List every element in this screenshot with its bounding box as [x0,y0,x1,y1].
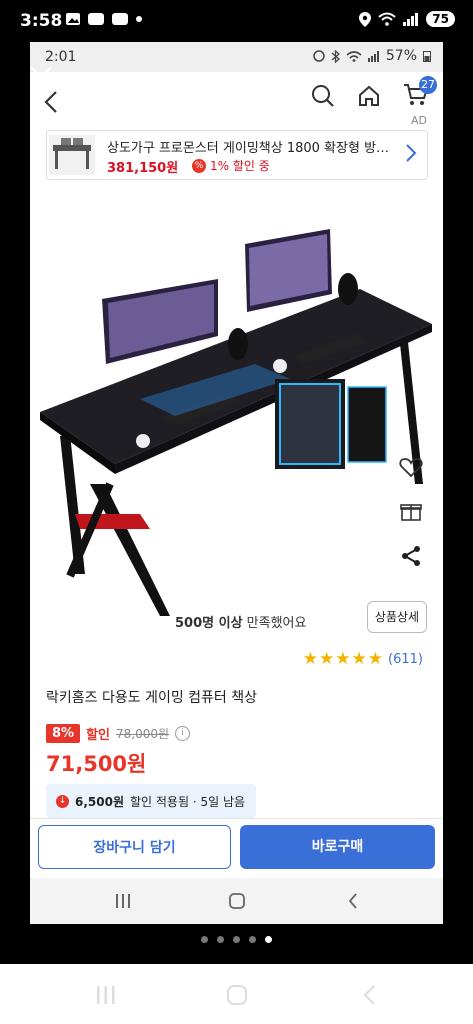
star-icon: ★ [319,649,335,669]
recent-apps-icon[interactable] [96,986,116,1004]
page-indicator [0,936,473,943]
satisfaction-text: 500명 이상 만족했어요 [175,612,306,631]
inner-clock: 2:01 [45,49,77,65]
star-icon: ★ [335,649,351,669]
down-arrow-icon: ↓ [56,794,69,808]
buy-now-button[interactable]: 바로구매 [240,825,435,869]
ad-banner[interactable]: 상도가구 프로몬스터 게이밍책상 1800 확장형 방문... 381,150원… [46,130,428,180]
ad-thumbnail [49,135,95,175]
recent-apps-icon[interactable] [115,894,131,908]
notification-dot-icon [136,16,142,22]
back-button-icon[interactable] [362,984,376,1006]
page-dot[interactable] [249,936,256,943]
discount-percent: 8% [46,724,81,743]
screenshot-screen: 2:01 57% 27 AD 상도가구 프로몬스터 게이밍책상 1800 확장형… [30,42,443,924]
product-detail-button[interactable]: 상품상세 [367,601,427,633]
discount-row: 8% 할인 78,000원 i [46,724,191,743]
ad-discount-text: 1% 할인 중 [210,159,270,173]
location-icon [359,11,372,27]
discount-label: 할인 [86,728,110,743]
page-dot[interactable] [217,936,224,943]
page-dot[interactable] [201,936,208,943]
gallery-icon [66,13,80,25]
product-title: 락키홈즈 다용도 게이밍 컴퓨터 책상 [46,690,257,706]
home-icon[interactable] [357,84,381,108]
add-to-cart-button[interactable]: 장바구니 담기 [38,825,231,869]
inner-battery-level: 57% [385,48,417,64]
alarm-icon [313,50,325,62]
cart-count-badge: 27 [419,76,437,94]
review-count: (611) [388,651,423,667]
ad-price: 381,150원 [107,161,179,176]
page-dot-active[interactable] [265,936,272,943]
satisfaction-count: 500명 이상 [175,616,243,631]
share-icon[interactable] [399,544,423,568]
cart-button[interactable]: 27 [403,76,437,110]
coupon-box: ↓ 6,500원 할인 적용됨 · 5일 남음 [46,784,256,818]
close-icon[interactable] [28,64,54,90]
battery-level: 75 [426,11,455,27]
coupon-text: 할인 적용됨 · 5일 남음 [130,794,246,809]
inner-status-bar: 2:01 57% [30,42,443,72]
heart-icon[interactable] [399,456,423,478]
app-icon [88,13,104,25]
coupon-amount: 6,500원 [75,794,124,809]
battery-icon [423,51,431,62]
bluetooth-icon [331,49,340,63]
ad-discount: % 1% 할인 중 [192,157,270,174]
signal-icon [403,12,419,26]
side-actions [399,456,423,568]
back-button-icon[interactable] [348,893,358,909]
info-icon[interactable]: i [175,726,191,741]
signal-icon [367,50,379,62]
ad-title: 상도가구 프로몬스터 게이밍책상 1800 확장형 방문... [107,141,392,156]
outer-clock: 3:58 [20,11,63,31]
home-button-icon[interactable] [226,984,248,1006]
search-icon[interactable] [311,84,335,108]
sale-price: 71,500원 [46,752,147,776]
wifi-icon [378,12,396,26]
star-icon: ★ [351,649,367,669]
gift-icon[interactable] [399,500,423,522]
star-icon: ★ [302,649,319,669]
star-icon: ★ [367,649,384,669]
home-button-icon[interactable] [229,893,245,909]
wifi-icon [346,51,362,62]
top-bar: 27 [30,72,443,130]
satisfaction-label: 만족했어요 [242,616,307,631]
original-price: 78,000원 [116,727,170,741]
outer-status-bar: 3:58 75 [0,0,473,42]
inner-nav-bar [30,878,443,924]
discount-percent-icon: % [192,158,206,173]
back-arrow-icon[interactable] [44,90,58,114]
app-icon [112,13,128,25]
ad-label: AD [411,114,427,127]
system-nav-bar [0,964,473,1024]
product-image[interactable] [30,184,443,626]
page-dot[interactable] [233,936,240,943]
purchase-bar: 장바구니 담기 바로구매 [30,818,443,877]
rating[interactable]: ★ ★ ★ ★ ★ (611) [303,650,423,668]
chevron-right-icon [406,144,417,162]
